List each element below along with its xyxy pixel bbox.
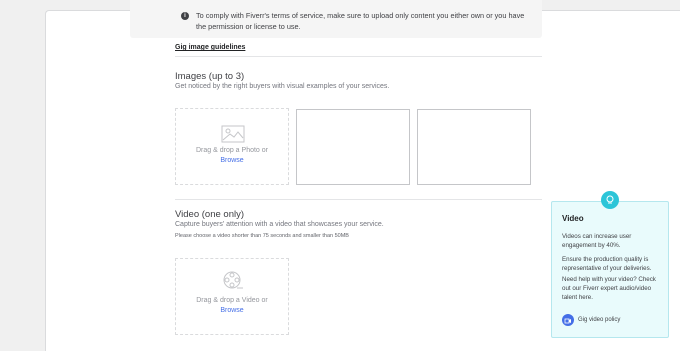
tip-paragraph: Ensure the production quality is represe…: [562, 256, 652, 272]
video-section-subtitle: Capture buyers' attention with a video t…: [175, 221, 384, 228]
photo-drop-zone[interactable]: Drag & drop a Photo or Browse: [175, 108, 289, 185]
images-section-subtitle: Get noticed by the right buyers with vis…: [175, 83, 390, 90]
tip-title: Video: [562, 214, 584, 223]
photo-drop-text: Drag & drop a Photo or: [196, 147, 268, 154]
video-policy-icon: [562, 314, 574, 326]
video-drop-zone[interactable]: Drag & drop a Video or Browse: [175, 258, 289, 335]
divider: [175, 56, 542, 57]
film-reel-icon: [223, 271, 243, 289]
terms-notice: i To comply with Fiverr's terms of servi…: [130, 0, 542, 38]
video-browse-link[interactable]: Browse: [176, 306, 288, 316]
lightbulb-icon: [601, 191, 619, 209]
image-slot-3[interactable]: [417, 109, 531, 185]
gig-image-guidelines-link[interactable]: Gig image guidelines: [175, 44, 245, 51]
photo-browse-link[interactable]: Browse: [176, 156, 288, 166]
image-icon: [221, 125, 245, 143]
video-size-note: Please choose a video shorter than 75 se…: [175, 233, 349, 239]
gig-video-policy-link[interactable]: Gig video policy: [578, 317, 620, 323]
notice-text: To comply with Fiverr's terms of service…: [196, 11, 525, 31]
video-section-title: Video (one only): [175, 209, 245, 220]
video-drop-text: Drag & drop a Video or: [196, 297, 268, 304]
image-slot-2[interactable]: [296, 109, 410, 185]
images-section-title: Images (up to 3): [175, 71, 245, 82]
divider: [175, 199, 542, 200]
tip-paragraph: Videos can increase user engagement by 4…: [562, 233, 632, 249]
info-icon: i: [181, 12, 189, 20]
tip-paragraph: Need help with your video? Check out our…: [562, 276, 656, 301]
